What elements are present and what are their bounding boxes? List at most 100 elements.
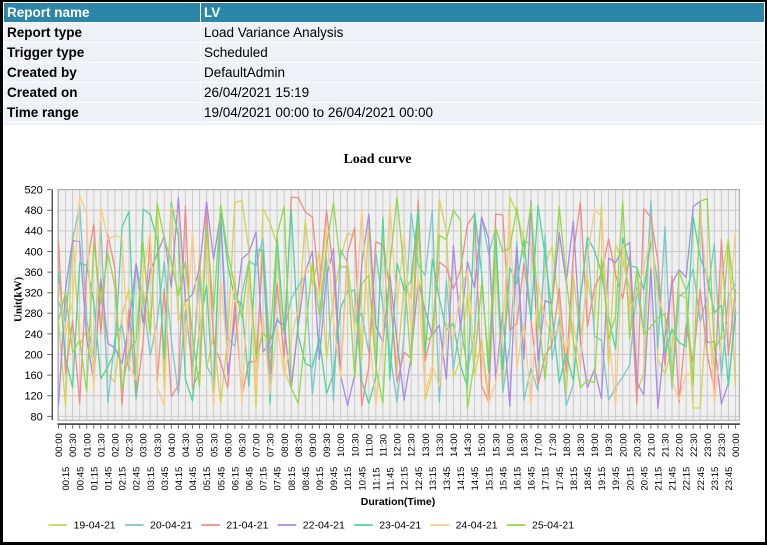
svg-text:17:00: 17:00 — [534, 433, 545, 457]
svg-text:10:15: 10:15 — [343, 467, 354, 491]
svg-text:21:00: 21:00 — [646, 433, 657, 457]
svg-text:03:30: 03:30 — [153, 433, 164, 457]
svg-text:00:15: 00:15 — [61, 467, 72, 491]
svg-text:400: 400 — [24, 246, 42, 258]
svg-text:05:45: 05:45 — [216, 467, 227, 491]
svg-text:01:45: 01:45 — [103, 467, 114, 491]
svg-text:18:30: 18:30 — [576, 433, 587, 457]
svg-text:22:15: 22:15 — [682, 467, 693, 491]
svg-text:20:00: 20:00 — [618, 433, 629, 457]
svg-text:02:15: 02:15 — [118, 467, 129, 491]
svg-text:01:15: 01:15 — [89, 467, 100, 491]
svg-text:09:00: 09:00 — [308, 433, 319, 457]
svg-text:Load curve: Load curve — [343, 152, 411, 167]
svg-text:14:00: 14:00 — [449, 433, 460, 457]
svg-text:08:00: 08:00 — [280, 433, 291, 457]
svg-text:03:00: 03:00 — [139, 433, 150, 457]
svg-text:12:15: 12:15 — [400, 467, 411, 491]
svg-text:22-04-21: 22-04-21 — [303, 520, 345, 532]
svg-text:19-04-21: 19-04-21 — [74, 520, 116, 532]
svg-text:00:30: 00:30 — [68, 433, 79, 457]
svg-text:16:45: 16:45 — [527, 467, 538, 491]
svg-text:11:30: 11:30 — [379, 434, 390, 457]
svg-text:00:45: 00:45 — [75, 467, 86, 491]
svg-text:19:30: 19:30 — [604, 433, 615, 457]
svg-text:04:45: 04:45 — [188, 467, 199, 491]
svg-text:06:30: 06:30 — [237, 433, 248, 457]
svg-text:04:30: 04:30 — [181, 433, 192, 457]
svg-text:07:45: 07:45 — [273, 467, 284, 491]
svg-text:15:15: 15:15 — [484, 467, 495, 491]
svg-text:Duration(Time): Duration(Time) — [361, 496, 435, 508]
svg-text:20-04-21: 20-04-21 — [150, 520, 192, 532]
svg-text:440: 440 — [24, 226, 42, 238]
svg-text:13:30: 13:30 — [435, 433, 446, 457]
svg-text:07:00: 07:00 — [252, 433, 263, 457]
svg-text:23:30: 23:30 — [717, 433, 728, 457]
svg-text:16:30: 16:30 — [520, 433, 531, 457]
svg-text:12:00: 12:00 — [393, 433, 404, 457]
svg-text:240: 240 — [24, 329, 42, 341]
svg-text:08:45: 08:45 — [301, 467, 312, 491]
svg-text:03:15: 03:15 — [146, 467, 157, 491]
svg-text:21:15: 21:15 — [654, 467, 665, 491]
svg-text:06:15: 06:15 — [230, 467, 241, 491]
svg-text:10:30: 10:30 — [350, 433, 361, 457]
svg-text:09:30: 09:30 — [322, 433, 333, 457]
svg-text:05:00: 05:00 — [195, 433, 206, 457]
svg-text:22:45: 22:45 — [696, 467, 707, 491]
svg-text:00:00: 00:00 — [54, 433, 65, 457]
svg-text:04:00: 04:00 — [167, 433, 178, 457]
svg-text:01:00: 01:00 — [82, 433, 93, 457]
svg-text:11:45: 11:45 — [386, 467, 397, 490]
svg-text:280: 280 — [24, 308, 42, 320]
svg-text:21:30: 21:30 — [661, 433, 672, 457]
svg-text:22:00: 22:00 — [675, 433, 686, 457]
svg-text:20:30: 20:30 — [632, 433, 643, 457]
svg-text:16:15: 16:15 — [512, 467, 523, 491]
svg-text:320: 320 — [24, 288, 42, 300]
svg-text:14:15: 14:15 — [456, 467, 467, 491]
svg-text:360: 360 — [24, 267, 42, 279]
svg-text:13:45: 13:45 — [442, 467, 453, 491]
svg-text:12:30: 12:30 — [407, 433, 418, 457]
svg-text:23:45: 23:45 — [724, 467, 735, 491]
svg-text:11:15: 11:15 — [371, 467, 382, 490]
svg-text:15:00: 15:00 — [477, 433, 488, 457]
svg-text:05:15: 05:15 — [202, 467, 213, 491]
svg-text:160: 160 — [24, 370, 42, 382]
svg-text:22:30: 22:30 — [689, 433, 700, 457]
svg-text:21:45: 21:45 — [668, 467, 679, 491]
svg-text:17:30: 17:30 — [548, 433, 559, 457]
svg-text:20:45: 20:45 — [639, 467, 650, 491]
svg-text:06:00: 06:00 — [223, 433, 234, 457]
svg-text:09:15: 09:15 — [315, 467, 326, 491]
svg-text:02:45: 02:45 — [132, 467, 143, 491]
svg-text:19:15: 19:15 — [597, 467, 608, 491]
svg-text:08:30: 08:30 — [294, 433, 305, 457]
svg-text:13:15: 13:15 — [428, 467, 439, 491]
svg-text:19:00: 19:00 — [590, 433, 601, 457]
svg-text:07:15: 07:15 — [259, 467, 270, 491]
svg-text:17:45: 17:45 — [555, 467, 566, 491]
svg-text:20:15: 20:15 — [625, 467, 636, 491]
svg-text:80: 80 — [31, 411, 43, 423]
svg-text:14:30: 14:30 — [463, 433, 474, 457]
svg-text:18:00: 18:00 — [562, 433, 573, 457]
svg-text:03:45: 03:45 — [160, 467, 171, 491]
svg-text:520: 520 — [24, 185, 42, 197]
svg-text:06:45: 06:45 — [245, 467, 256, 491]
svg-text:120: 120 — [24, 391, 42, 403]
svg-text:09:45: 09:45 — [329, 467, 340, 491]
svg-text:200: 200 — [24, 349, 42, 361]
svg-text:02:30: 02:30 — [125, 433, 136, 457]
svg-text:14:45: 14:45 — [470, 467, 481, 491]
svg-text:05:30: 05:30 — [209, 433, 220, 457]
svg-text:13:00: 13:00 — [421, 433, 432, 457]
svg-text:16:00: 16:00 — [505, 433, 516, 457]
svg-text:12:45: 12:45 — [414, 467, 425, 491]
svg-text:23:15: 23:15 — [710, 467, 721, 491]
svg-text:07:30: 07:30 — [266, 433, 277, 457]
svg-text:08:15: 08:15 — [287, 467, 298, 491]
svg-text:21-04-21: 21-04-21 — [226, 520, 268, 532]
